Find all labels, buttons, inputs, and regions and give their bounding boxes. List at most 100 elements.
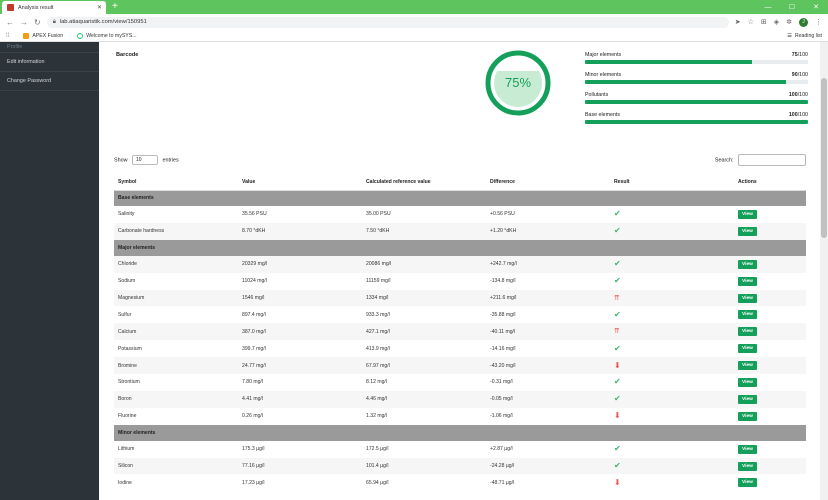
view-button[interactable]: View xyxy=(738,361,757,371)
view-button[interactable]: View xyxy=(738,478,757,488)
cell-value: 4.41 mg/l xyxy=(238,390,362,408)
score-fill xyxy=(585,120,808,124)
column-header[interactable]: Calculated reference value xyxy=(362,174,486,191)
cell-value: 1546 mg/l xyxy=(238,289,362,307)
cell-difference: +242.7 mg/l xyxy=(486,255,610,273)
column-header[interactable]: Value xyxy=(238,174,362,191)
sidebar-item-profile[interactable]: Profile xyxy=(0,42,99,53)
scrollbar-thumb[interactable] xyxy=(821,78,827,238)
cell-result: ✔ xyxy=(610,273,734,290)
cell-reference: 35.00 PSU xyxy=(366,211,391,218)
new-tab-icon[interactable]: + xyxy=(112,1,118,13)
puzzle-icon[interactable]: ✲ xyxy=(786,18,792,26)
browser-tab-strip: Analysis result ✕ + — ☐ ✕ xyxy=(0,0,828,14)
send-icon[interactable]: ➤ xyxy=(735,18,741,26)
search-input[interactable] xyxy=(738,154,806,166)
view-button[interactable]: View xyxy=(738,327,757,337)
group-title: Base elements xyxy=(114,190,806,206)
bookmark-apex-fusion[interactable]: APEX Fusion xyxy=(23,32,63,39)
cell-result: ✔ xyxy=(610,255,734,273)
close-window-icon[interactable]: ✕ xyxy=(804,0,828,14)
score-fill xyxy=(585,100,808,104)
bookmarks-bar: ⁞⁞ APEX Fusion Welcome to mySYS... ☰ Rea… xyxy=(0,30,828,42)
length-select[interactable]: 10 xyxy=(132,155,158,165)
cell-symbol: Strontium xyxy=(118,379,140,386)
cell-actions: View xyxy=(734,457,806,475)
cell-actions: View xyxy=(734,222,806,240)
cell-symbol: Magnesium xyxy=(114,289,238,307)
close-tab-icon[interactable]: ✕ xyxy=(97,4,102,11)
cell-difference: +211.6 mg/l xyxy=(486,289,610,307)
cell-result: ⬇ xyxy=(610,408,734,425)
cell-difference: -40.11 mg/l xyxy=(486,323,610,341)
gauge-label: 75% xyxy=(505,75,531,90)
score-value: 75/100 xyxy=(791,52,808,58)
maximize-icon[interactable]: ☐ xyxy=(780,0,804,14)
cell-actions: View xyxy=(734,357,806,375)
minimize-icon[interactable]: — xyxy=(756,0,780,14)
forward-icon[interactable]: → xyxy=(20,18,28,27)
cell-actions: View xyxy=(734,306,806,323)
score-track xyxy=(585,60,808,64)
sidebar-item-edit-information[interactable]: Edit information xyxy=(0,53,99,72)
view-button[interactable]: View xyxy=(738,259,757,269)
cell-difference: -48.71 µg/l xyxy=(490,479,515,486)
star-icon[interactable]: ☆ xyxy=(748,18,754,26)
view-button[interactable]: View xyxy=(738,209,757,219)
windows-icon[interactable]: ⊞ xyxy=(761,18,767,26)
down-icon: ⬇ xyxy=(614,477,621,487)
view-button[interactable]: View xyxy=(738,344,757,354)
browser-tab[interactable]: Analysis result ✕ xyxy=(2,1,106,14)
cell-value: 175.3 µg/l xyxy=(242,446,265,453)
cell-symbol: Potassium xyxy=(118,345,142,352)
bookmark-mysys[interactable]: Welcome to mySYS... xyxy=(77,32,137,39)
menu-icon[interactable]: ⋮ xyxy=(815,18,822,26)
avatar[interactable]: J xyxy=(799,17,808,27)
score-track xyxy=(585,120,808,124)
cell-value: 387.0 mg/l xyxy=(238,323,362,341)
column-header[interactable]: Actions xyxy=(734,174,806,191)
apex-icon xyxy=(23,32,30,39)
table-row: Bromine 24.77 mg/l 67.97 mg/l -43.20 mg/l ⬇ V… xyxy=(114,357,806,375)
cell-symbol: Iodine xyxy=(118,479,132,486)
cell-result: ✔ xyxy=(610,441,734,458)
column-header[interactable]: Symbol xyxy=(114,174,238,191)
score-value: 100/100 xyxy=(788,112,808,118)
reload-icon[interactable]: ↻ xyxy=(34,18,41,27)
table-row: Silicon 77.16 µg/l 101.4 µg/l -24.28 µg/l ✔ V… xyxy=(114,457,806,475)
url-field[interactable]: 🔒︎ lab.atiaquaristik.com/view/150951 xyxy=(46,16,729,28)
check-icon: ✔ xyxy=(614,259,621,269)
column-header[interactable]: Difference xyxy=(486,174,610,191)
table-row: Boron 4.41 mg/l 4.46 mg/l -0.05 mg/l ✔ View xyxy=(114,390,806,408)
page-scrollbar[interactable] xyxy=(820,42,828,500)
sidebar-item-change-password[interactable]: Change Password xyxy=(0,72,99,91)
cell-difference: -14.16 mg/l xyxy=(490,345,516,352)
view-button[interactable]: View xyxy=(738,276,757,286)
view-button[interactable]: View xyxy=(738,293,757,303)
view-button[interactable]: View xyxy=(738,310,757,320)
cell-reference: 172.5 µg/l xyxy=(366,446,389,453)
check-icon: ✔ xyxy=(614,377,621,387)
view-button[interactable]: View xyxy=(738,226,757,236)
reading-list[interactable]: ☰ Reading list xyxy=(787,33,822,39)
cell-value: 11024 mg/l xyxy=(242,278,267,285)
cell-reference: 7.50 °dKH xyxy=(362,222,486,240)
cell-actions: View xyxy=(734,374,806,391)
extension-icon[interactable]: ◈ xyxy=(774,18,779,26)
check-icon: ✔ xyxy=(614,343,621,353)
view-button[interactable]: View xyxy=(738,444,757,454)
view-button[interactable]: View xyxy=(738,411,757,421)
cell-symbol: Silicon xyxy=(114,457,238,475)
back-icon[interactable]: ← xyxy=(6,18,14,27)
cell-difference: -43.20 mg/l xyxy=(486,357,610,375)
apps-grid-icon[interactable]: ⁞⁞ xyxy=(6,33,9,39)
score-base-elements: Base elements 100/100 xyxy=(585,112,808,124)
view-button[interactable]: View xyxy=(738,377,757,387)
app-body: Profile Edit information Change Password… xyxy=(0,42,828,500)
search-control: Search: xyxy=(715,154,806,166)
view-button[interactable]: View xyxy=(738,461,757,471)
column-header[interactable]: Result xyxy=(610,174,734,191)
view-button[interactable]: View xyxy=(738,394,757,404)
cell-difference: +0.56 PSU xyxy=(490,211,515,218)
cell-symbol: Chloride xyxy=(114,255,238,273)
